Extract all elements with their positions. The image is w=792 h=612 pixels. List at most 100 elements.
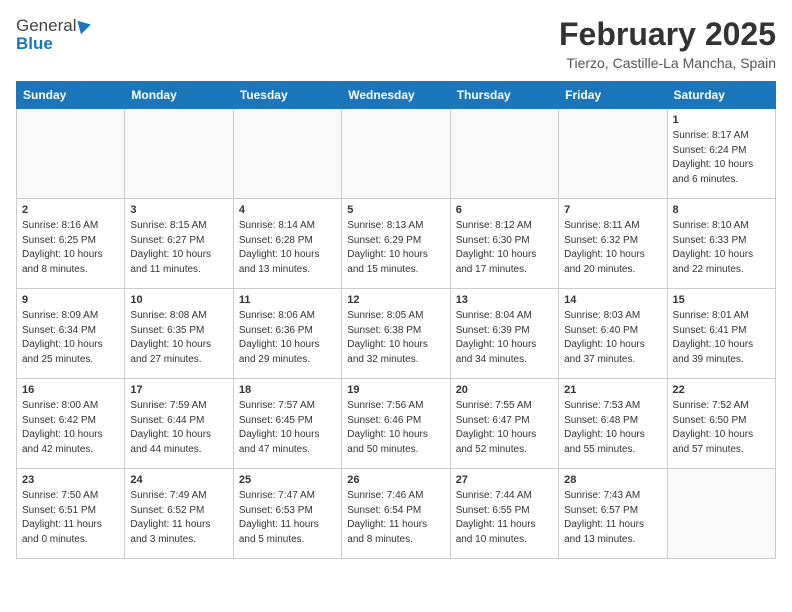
day-info: Sunrise: 8:03 AM Sunset: 6:40 PM Dayligh… xyxy=(564,309,661,367)
day-number: 16 xyxy=(22,383,119,398)
day-info: Sunrise: 7:47 AM Sunset: 6:53 PM Dayligh… xyxy=(239,489,336,547)
logo-triangle-icon xyxy=(78,18,93,35)
location: Tierzo, Castille-La Mancha, Spain xyxy=(559,55,776,71)
day-number: 8 xyxy=(673,203,770,218)
day-number: 23 xyxy=(22,473,119,488)
day-number: 11 xyxy=(239,293,336,308)
day-info: Sunrise: 8:01 AM Sunset: 6:41 PM Dayligh… xyxy=(673,309,770,367)
day-number: 2 xyxy=(22,203,119,218)
day-number: 7 xyxy=(564,203,661,218)
day-number: 21 xyxy=(564,383,661,398)
day-info: Sunrise: 8:00 AM Sunset: 6:42 PM Dayligh… xyxy=(22,399,119,457)
day-info: Sunrise: 8:04 AM Sunset: 6:39 PM Dayligh… xyxy=(456,309,553,367)
calendar-cell: 6Sunrise: 8:12 AM Sunset: 6:30 PM Daylig… xyxy=(450,199,558,289)
calendar-cell xyxy=(450,109,558,199)
calendar-cell: 7Sunrise: 8:11 AM Sunset: 6:32 PM Daylig… xyxy=(559,199,667,289)
calendar-week-5: 23Sunrise: 7:50 AM Sunset: 6:51 PM Dayli… xyxy=(17,469,776,559)
weekday-header-friday: Friday xyxy=(559,82,667,109)
day-info: Sunrise: 7:55 AM Sunset: 6:47 PM Dayligh… xyxy=(456,399,553,457)
calendar-cell: 4Sunrise: 8:14 AM Sunset: 6:28 PM Daylig… xyxy=(233,199,341,289)
day-number: 4 xyxy=(239,203,336,218)
title-block: February 2025 Tierzo, Castille-La Mancha… xyxy=(559,16,776,71)
day-number: 25 xyxy=(239,473,336,488)
day-info: Sunrise: 8:15 AM Sunset: 6:27 PM Dayligh… xyxy=(130,219,227,277)
calendar-cell: 15Sunrise: 8:01 AM Sunset: 6:41 PM Dayli… xyxy=(667,289,775,379)
calendar-cell: 10Sunrise: 8:08 AM Sunset: 6:35 PM Dayli… xyxy=(125,289,233,379)
day-info: Sunrise: 7:46 AM Sunset: 6:54 PM Dayligh… xyxy=(347,489,444,547)
weekday-header-tuesday: Tuesday xyxy=(233,82,341,109)
calendar-cell xyxy=(17,109,125,199)
calendar-cell xyxy=(125,109,233,199)
day-number: 19 xyxy=(347,383,444,398)
day-info: Sunrise: 7:43 AM Sunset: 6:57 PM Dayligh… xyxy=(564,489,661,547)
calendar-week-4: 16Sunrise: 8:00 AM Sunset: 6:42 PM Dayli… xyxy=(17,379,776,469)
day-info: Sunrise: 7:53 AM Sunset: 6:48 PM Dayligh… xyxy=(564,399,661,457)
weekday-header-saturday: Saturday xyxy=(667,82,775,109)
day-number: 24 xyxy=(130,473,227,488)
calendar-cell: 18Sunrise: 7:57 AM Sunset: 6:45 PM Dayli… xyxy=(233,379,341,469)
day-info: Sunrise: 8:09 AM Sunset: 6:34 PM Dayligh… xyxy=(22,309,119,367)
calendar-cell: 11Sunrise: 8:06 AM Sunset: 6:36 PM Dayli… xyxy=(233,289,341,379)
calendar-cell: 1Sunrise: 8:17 AM Sunset: 6:24 PM Daylig… xyxy=(667,109,775,199)
weekday-header-sunday: Sunday xyxy=(17,82,125,109)
calendar-cell: 26Sunrise: 7:46 AM Sunset: 6:54 PM Dayli… xyxy=(342,469,450,559)
day-info: Sunrise: 8:05 AM Sunset: 6:38 PM Dayligh… xyxy=(347,309,444,367)
calendar-table: SundayMondayTuesdayWednesdayThursdayFrid… xyxy=(16,81,776,559)
day-number: 27 xyxy=(456,473,553,488)
day-number: 26 xyxy=(347,473,444,488)
day-number: 6 xyxy=(456,203,553,218)
weekday-header-thursday: Thursday xyxy=(450,82,558,109)
day-info: Sunrise: 7:52 AM Sunset: 6:50 PM Dayligh… xyxy=(673,399,770,457)
logo-line1: General xyxy=(16,16,91,36)
calendar-cell: 23Sunrise: 7:50 AM Sunset: 6:51 PM Dayli… xyxy=(17,469,125,559)
logo-blue-text: Blue xyxy=(16,34,53,54)
calendar-cell: 13Sunrise: 8:04 AM Sunset: 6:39 PM Dayli… xyxy=(450,289,558,379)
day-info: Sunrise: 8:11 AM Sunset: 6:32 PM Dayligh… xyxy=(564,219,661,277)
weekday-header-monday: Monday xyxy=(125,82,233,109)
day-number: 9 xyxy=(22,293,119,308)
day-info: Sunrise: 8:08 AM Sunset: 6:35 PM Dayligh… xyxy=(130,309,227,367)
month-year: February 2025 xyxy=(559,16,776,53)
calendar-cell: 3Sunrise: 8:15 AM Sunset: 6:27 PM Daylig… xyxy=(125,199,233,289)
day-info: Sunrise: 7:44 AM Sunset: 6:55 PM Dayligh… xyxy=(456,489,553,547)
day-info: Sunrise: 8:10 AM Sunset: 6:33 PM Dayligh… xyxy=(673,219,770,277)
day-number: 15 xyxy=(673,293,770,308)
calendar-cell: 2Sunrise: 8:16 AM Sunset: 6:25 PM Daylig… xyxy=(17,199,125,289)
calendar-cell xyxy=(667,469,775,559)
day-info: Sunrise: 8:12 AM Sunset: 6:30 PM Dayligh… xyxy=(456,219,553,277)
day-info: Sunrise: 7:56 AM Sunset: 6:46 PM Dayligh… xyxy=(347,399,444,457)
calendar-cell: 24Sunrise: 7:49 AM Sunset: 6:52 PM Dayli… xyxy=(125,469,233,559)
calendar-cell: 20Sunrise: 7:55 AM Sunset: 6:47 PM Dayli… xyxy=(450,379,558,469)
day-number: 10 xyxy=(130,293,227,308)
calendar-cell: 8Sunrise: 8:10 AM Sunset: 6:33 PM Daylig… xyxy=(667,199,775,289)
calendar-week-1: 1Sunrise: 8:17 AM Sunset: 6:24 PM Daylig… xyxy=(17,109,776,199)
calendar-cell: 25Sunrise: 7:47 AM Sunset: 6:53 PM Dayli… xyxy=(233,469,341,559)
day-number: 5 xyxy=(347,203,444,218)
day-number: 20 xyxy=(456,383,553,398)
page-header: General Blue February 2025 Tierzo, Casti… xyxy=(16,16,776,71)
calendar-cell: 28Sunrise: 7:43 AM Sunset: 6:57 PM Dayli… xyxy=(559,469,667,559)
day-info: Sunrise: 8:06 AM Sunset: 6:36 PM Dayligh… xyxy=(239,309,336,367)
logo: General Blue xyxy=(16,16,91,54)
calendar-cell: 9Sunrise: 8:09 AM Sunset: 6:34 PM Daylig… xyxy=(17,289,125,379)
day-number: 1 xyxy=(673,113,770,128)
logo-general-text: General xyxy=(16,16,76,36)
calendar-cell: 19Sunrise: 7:56 AM Sunset: 6:46 PM Dayli… xyxy=(342,379,450,469)
calendar-cell xyxy=(342,109,450,199)
day-info: Sunrise: 8:17 AM Sunset: 6:24 PM Dayligh… xyxy=(673,129,770,187)
day-number: 22 xyxy=(673,383,770,398)
calendar-cell: 21Sunrise: 7:53 AM Sunset: 6:48 PM Dayli… xyxy=(559,379,667,469)
calendar-week-2: 2Sunrise: 8:16 AM Sunset: 6:25 PM Daylig… xyxy=(17,199,776,289)
day-number: 3 xyxy=(130,203,227,218)
day-info: Sunrise: 8:13 AM Sunset: 6:29 PM Dayligh… xyxy=(347,219,444,277)
calendar-cell xyxy=(559,109,667,199)
day-info: Sunrise: 8:14 AM Sunset: 6:28 PM Dayligh… xyxy=(239,219,336,277)
weekday-header-wednesday: Wednesday xyxy=(342,82,450,109)
calendar-week-3: 9Sunrise: 8:09 AM Sunset: 6:34 PM Daylig… xyxy=(17,289,776,379)
calendar-cell: 27Sunrise: 7:44 AM Sunset: 6:55 PM Dayli… xyxy=(450,469,558,559)
day-info: Sunrise: 8:16 AM Sunset: 6:25 PM Dayligh… xyxy=(22,219,119,277)
day-info: Sunrise: 7:57 AM Sunset: 6:45 PM Dayligh… xyxy=(239,399,336,457)
day-number: 12 xyxy=(347,293,444,308)
calendar-cell: 5Sunrise: 8:13 AM Sunset: 6:29 PM Daylig… xyxy=(342,199,450,289)
calendar-cell xyxy=(233,109,341,199)
